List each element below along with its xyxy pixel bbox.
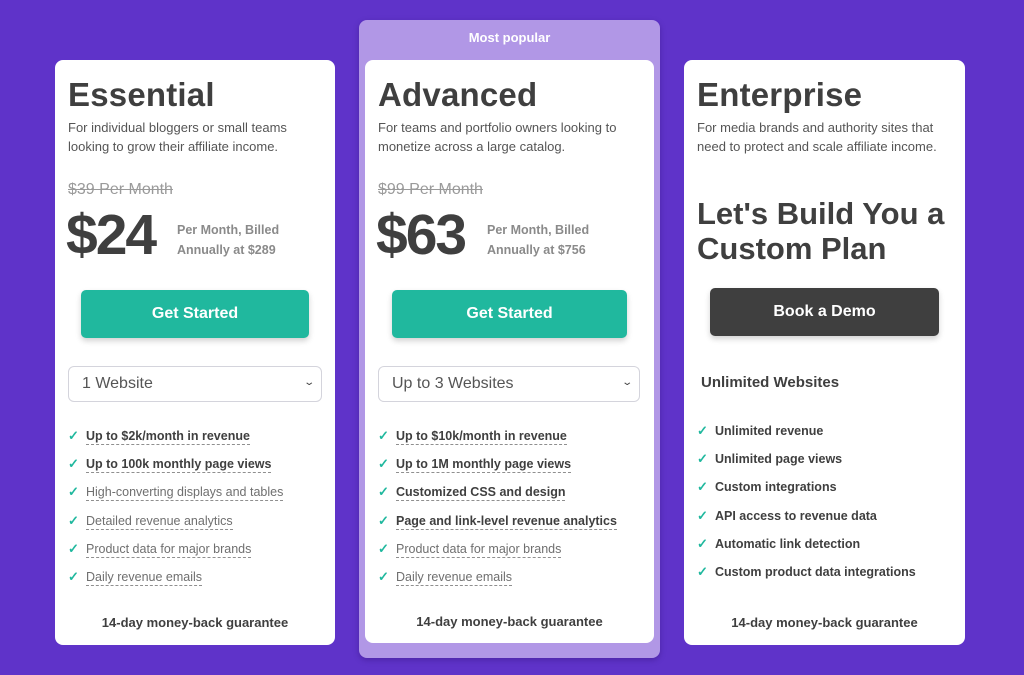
feature-item: ✓ High-converting displays and tables — [68, 484, 284, 512]
feature-list: ✓ Unlimited revenue ✓ Unlimited page views ✓… — [697, 423, 916, 592]
plan-card-enterprise: Enterprise For media brands and authorit… — [684, 60, 965, 645]
feature-text: Unlimited page views — [715, 452, 843, 467]
select-value: 1 Website — [82, 375, 153, 392]
unlimited-websites-label: Unlimited Websites — [701, 374, 840, 391]
feature-text[interactable]: Product data for major brands — [86, 541, 252, 558]
check-icon: ✓ — [68, 568, 79, 584]
plan-description: For individual bloggers or small teams l… — [68, 120, 287, 154]
custom-plan-headline: Let's Build You a Custom Plan — [697, 196, 945, 266]
check-icon: ✓ — [697, 507, 708, 523]
feature-item: ✓ Custom integrations — [697, 479, 916, 507]
plan-card-essential: Essential For individual bloggers or sma… — [55, 60, 335, 645]
check-icon: ✓ — [697, 479, 708, 495]
feature-text[interactable]: High-converting displays and tables — [86, 484, 284, 502]
get-started-button[interactable]: Get Started — [392, 290, 627, 338]
check-icon: ✓ — [697, 451, 708, 467]
check-icon: ✓ — [378, 484, 389, 500]
feature-text[interactable]: Up to 1M monthly page views — [396, 456, 572, 474]
old-price: $39 Per Month — [68, 181, 173, 198]
feature-item: ✓ API access to revenue data — [697, 508, 916, 536]
check-icon: ✓ — [68, 456, 79, 472]
feature-item: ✓ Automatic link detection — [697, 536, 916, 564]
plan-description: For media brands and authority sites tha… — [697, 120, 937, 154]
plan-description: For teams and portfolio owners looking t… — [378, 120, 617, 154]
feature-text[interactable]: Detailed revenue analytics — [86, 513, 233, 530]
feature-item: ✓ Up to $10k/month in revenue — [378, 428, 617, 456]
check-icon: ✓ — [378, 512, 389, 528]
check-icon: ✓ — [697, 423, 708, 438]
feature-item: ✓ Up to 100k monthly page views — [68, 456, 283, 484]
check-icon: ✓ — [378, 540, 389, 556]
feature-item: ✓ Page and link-level revenue analytics — [378, 513, 617, 541]
feature-text[interactable]: Daily revenue emails — [86, 569, 203, 586]
feature-item: ✓ Product data for major brands — [378, 541, 617, 569]
check-icon: ✓ — [68, 428, 79, 443]
feature-item: ✓ Daily revenue emails — [378, 569, 617, 597]
website-count-select[interactable]: Up to 3 Websites ⌄ — [378, 366, 640, 402]
check-icon: ✓ — [697, 535, 708, 551]
feature-item: ✓ Up to 1M monthly page views — [378, 456, 617, 484]
check-icon: ✓ — [68, 540, 79, 556]
feature-text: Custom integrations — [715, 480, 837, 495]
feature-list: ✓ Up to $2k/month in revenue ✓ Up to 100k m… — [68, 428, 284, 597]
check-icon: ✓ — [68, 484, 79, 500]
billing-note: Per Month, Billed Annually at $756 — [487, 223, 590, 257]
feature-text: Unlimited revenue — [715, 424, 824, 438]
check-icon: ✓ — [378, 568, 389, 584]
get-started-button[interactable]: Get Started — [81, 290, 309, 338]
feature-text[interactable]: Up to 100k monthly page views — [86, 456, 272, 474]
feature-item: ✓ Up to $2k/month in revenue — [68, 428, 283, 456]
plan-card-advanced: Advanced For teams and portfolio owners … — [365, 60, 654, 643]
check-icon: ✓ — [68, 512, 79, 528]
feature-item: ✓ Product data for major brands — [68, 541, 283, 569]
feature-item: ✓ Customized CSS and design — [378, 484, 617, 512]
check-icon: ✓ — [378, 456, 389, 472]
price: $24 — [66, 203, 157, 267]
most-popular-badge: Most popular — [468, 30, 551, 45]
guarantee-text: 14-day money-back guarantee — [416, 614, 603, 629]
website-count-select[interactable]: 1 Website ⌄ — [68, 366, 322, 402]
price: $63 — [376, 203, 467, 267]
plan-name: Enterprise — [697, 76, 863, 113]
select-value: Up to 3 Websites — [392, 375, 514, 392]
feature-text[interactable]: Customized CSS and design — [396, 484, 566, 502]
feature-text: Custom product data integrations — [715, 564, 916, 579]
feature-item: ✓ Unlimited page views — [697, 451, 916, 479]
feature-text[interactable]: Product data for major brands — [396, 541, 562, 558]
plan-name: Advanced — [378, 76, 538, 113]
chevron-down-icon: ⌄ — [302, 377, 315, 388]
guarantee-text: 14-day money-back guarantee — [731, 615, 918, 630]
feature-text[interactable]: Daily revenue emails — [396, 569, 513, 586]
check-icon: ✓ — [697, 563, 708, 579]
feature-text[interactable]: Page and link-level revenue analytics — [396, 513, 617, 530]
feature-list: ✓ Up to $10k/month in revenue ✓ Up to 1M mo… — [378, 428, 617, 597]
chevron-down-icon: ⌄ — [620, 377, 633, 388]
old-price: $99 Per Month — [378, 181, 483, 198]
guarantee-text: 14-day money-back guarantee — [101, 615, 289, 630]
feature-item: ✓ Custom product data integrations — [697, 564, 916, 592]
billing-note: Per Month, Billed Annually at $289 — [177, 223, 280, 257]
feature-item: ✓ Detailed revenue analytics — [68, 513, 283, 541]
book-demo-button[interactable]: Book a Demo — [710, 288, 939, 336]
feature-item: ✓ Daily revenue emails — [68, 569, 283, 597]
feature-text: API access to revenue data — [715, 508, 877, 523]
plan-name: Essential — [68, 76, 215, 113]
feature-text[interactable]: Up to $10k/month in revenue — [396, 428, 567, 445]
feature-text: Automatic link detection — [715, 536, 861, 551]
feature-text[interactable]: Up to $2k/month in revenue — [86, 428, 250, 445]
check-icon: ✓ — [378, 428, 389, 443]
feature-item: ✓ Unlimited revenue — [697, 423, 916, 451]
